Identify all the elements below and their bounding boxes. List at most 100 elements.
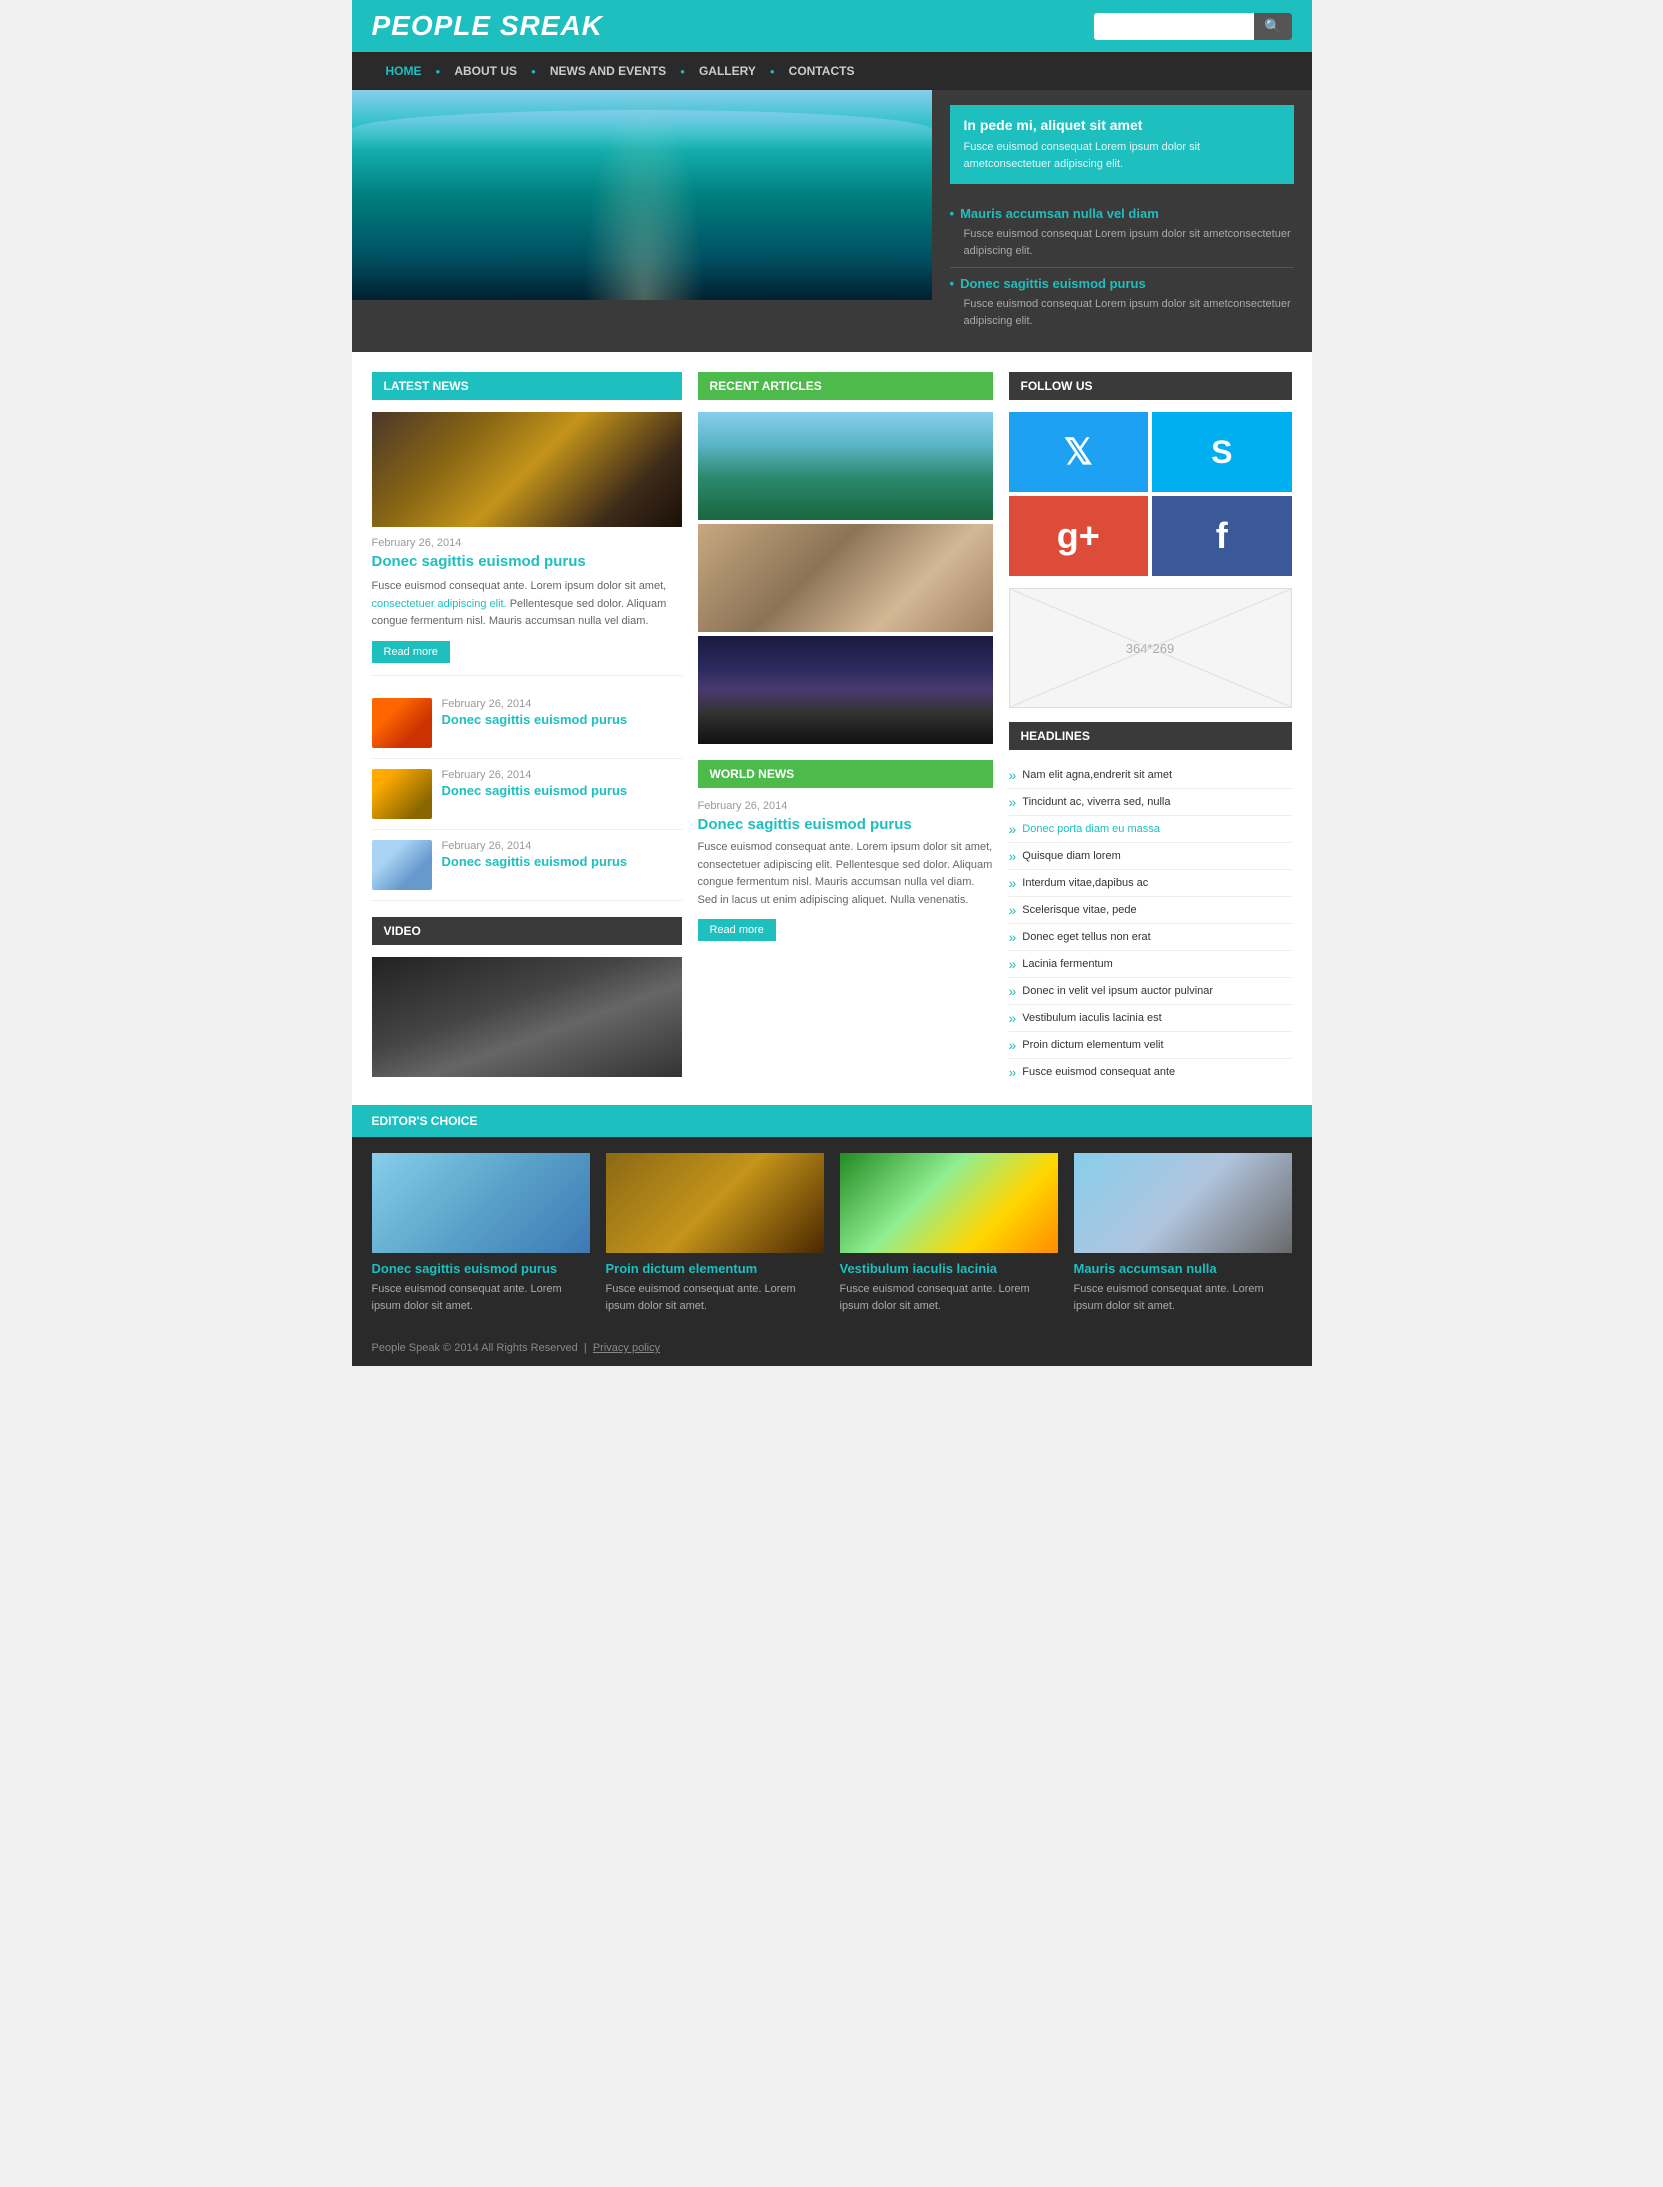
nav-gallery[interactable]: GALLERY [685, 52, 770, 90]
ec-image-3 [840, 1153, 1058, 1253]
world-news-read-more[interactable]: Read more [698, 919, 776, 941]
editors-choice-header: EDITOR'S CHOICE [352, 1105, 1312, 1137]
main-nav: HOME ● ABOUT US ● NEWS AND EVENTS ● GALL… [352, 52, 1312, 90]
world-news-header: WORLD NEWS [698, 760, 993, 788]
headline-item-8[interactable]: Lacinia fermentum [1009, 951, 1292, 978]
small-news-3: February 26, 2014 Donec sagittis euismod… [372, 830, 682, 901]
headline-item-1[interactable]: Nam elit agna,endrerit sit amet [1009, 762, 1292, 789]
ec-image-2 [606, 1153, 824, 1253]
hero-sidebar-title-1: Mauris accumsan nulla vel diam [950, 206, 1294, 221]
search-button[interactable]: 🔍 [1254, 13, 1291, 40]
small-news-title-2[interactable]: Donec sagittis euismod purus [442, 783, 628, 798]
city-bg [698, 636, 993, 744]
search-container: 🔍 [1094, 13, 1291, 40]
nav-about[interactable]: ABOUT US [440, 52, 531, 90]
news-main-date: February 26, 2014 [372, 537, 682, 549]
world-news-title: Donec sagittis euismod purus [698, 816, 993, 833]
facebook-button[interactable]: f [1152, 496, 1292, 576]
hero-image [352, 90, 932, 300]
thumb-2 [372, 769, 432, 819]
small-news-title-1[interactable]: Donec sagittis euismod purus [442, 712, 628, 727]
firefighters-bg [372, 412, 682, 527]
article-images [698, 412, 993, 744]
hero-sidebar-text-1: Fusce euismod consequat Lorem ipsum dolo… [950, 226, 1294, 259]
news-main-excerpt: Fusce euismod consequat ante. Lorem ipsu… [372, 578, 682, 631]
google-plus-button[interactable]: g+ [1009, 496, 1149, 576]
twitter-button[interactable]: 𝕏 [1009, 412, 1149, 492]
editors-choice-section: EDITOR'S CHOICE Donec sagittis euismod p… [352, 1105, 1312, 1330]
hero-sidebar-item-2: Donec sagittis euismod purus Fusce euism… [950, 268, 1294, 337]
small-news-content-1: February 26, 2014 Donec sagittis euismod… [442, 698, 628, 727]
article-img-2 [698, 524, 993, 632]
headline-item-9[interactable]: Donec in velit vel ipsum auctor pulvinar [1009, 978, 1292, 1005]
headline-item-7[interactable]: Donec eget tellus non erat [1009, 924, 1292, 951]
thumb-1 [372, 698, 432, 748]
recent-articles-header: RECENT ARTICLES [698, 372, 993, 400]
small-news-2: February 26, 2014 Donec sagittis euismod… [372, 759, 682, 830]
small-news-date-1: February 26, 2014 [442, 698, 628, 710]
news-divider [372, 675, 682, 676]
news-main-image [372, 412, 682, 527]
thumb-firefighter2 [372, 769, 432, 819]
world-news-section: WORLD NEWS February 26, 2014 Donec sagit… [698, 760, 993, 941]
main-content: LATEST NEWS February 26, 2014 Donec sagi… [352, 352, 1312, 1105]
small-news-content-2: February 26, 2014 Donec sagittis euismod… [442, 769, 628, 798]
ec-item-title-3[interactable]: Vestibulum iaculis lacinia [840, 1261, 1058, 1276]
headline-item-11[interactable]: Proin dictum elementum velit [1009, 1032, 1292, 1059]
ec-image-4 [1074, 1153, 1292, 1253]
hero-highlight-text: Fusce euismod consequat Lorem ipsum dolo… [964, 139, 1280, 172]
wind-farm-bg [698, 412, 993, 520]
nav-home[interactable]: HOME [372, 52, 436, 90]
hero-section: In pede mi, aliquet sit amet Fusce euism… [352, 90, 1312, 352]
headline-item-3[interactable]: Donec porta diam eu massa [1009, 816, 1292, 843]
hero-highlight-box: In pede mi, aliquet sit amet Fusce euism… [950, 105, 1294, 184]
ec-item-title-1[interactable]: Donec sagittis euismod purus [372, 1261, 590, 1276]
news-main-read-more[interactable]: Read more [372, 641, 450, 663]
ec-image-1 [372, 1153, 590, 1253]
nav-contacts[interactable]: CONTACTS [775, 52, 869, 90]
ec-item-title-2[interactable]: Proin dictum elementum [606, 1261, 824, 1276]
skype-button[interactable]: S [1152, 412, 1292, 492]
right-column: FOLLOW US 𝕏 S g+ f 364*269 HEADLINES Nam… [1009, 372, 1292, 1085]
headline-item-10[interactable]: Vestibulum iaculis lacinia est [1009, 1005, 1292, 1032]
headlines-list: Nam elit agna,endrerit sit amet Tincidun… [1009, 762, 1292, 1085]
hero-highlight-title: In pede mi, aliquet sit amet [964, 117, 1280, 133]
ec-item-text-4: Fusce euismod consequat ante. Lorem ipsu… [1074, 1281, 1292, 1314]
news-main-title[interactable]: Donec sagittis euismod purus [372, 553, 682, 570]
small-news-1: February 26, 2014 Donec sagittis euismod… [372, 688, 682, 759]
thumb-firefighters-1 [372, 698, 432, 748]
editors-choice-grid: Donec sagittis euismod purus Fusce euism… [352, 1137, 1312, 1330]
footer-privacy-link[interactable]: Privacy policy [593, 1342, 660, 1354]
small-news-title-3[interactable]: Donec sagittis euismod purus [442, 854, 628, 869]
microphone-bg [372, 957, 682, 1077]
footer-copyright: People Speak © 2014 All Rights Reserved … [372, 1342, 661, 1354]
video-section: VIDEO [372, 917, 682, 1077]
headline-item-2[interactable]: Tincidunt ac, viverra sed, nulla [1009, 789, 1292, 816]
thumb-family [372, 840, 432, 890]
google-plus-icon: g+ [1057, 515, 1100, 557]
video-section-header: VIDEO [372, 917, 682, 945]
headline-item-6[interactable]: Scelerisque vitae, pede [1009, 897, 1292, 924]
video-thumb [372, 957, 682, 1077]
world-news-date: February 26, 2014 [698, 800, 993, 812]
small-news-date-3: February 26, 2014 [442, 840, 628, 852]
twitter-icon: 𝕏 [1064, 431, 1093, 473]
skype-icon: S [1211, 434, 1232, 471]
article-img-1 [698, 412, 993, 520]
follow-us-grid: 𝕏 S g+ f [1009, 412, 1292, 576]
headline-item-5[interactable]: Interdum vitae,dapibus ac [1009, 870, 1292, 897]
ad-placeholder: 364*269 [1009, 588, 1292, 708]
hero-sidebar-item-1: Mauris accumsan nulla vel diam Fusce eui… [950, 198, 1294, 268]
article-img-3 [698, 636, 993, 744]
ec-item-text-2: Fusce euismod consequat ante. Lorem ipsu… [606, 1281, 824, 1314]
headline-item-12[interactable]: Fusce euismod consequat ante [1009, 1059, 1292, 1085]
ec-item-title-4[interactable]: Mauris accumsan nulla [1074, 1261, 1292, 1276]
facebook-icon: f [1216, 515, 1228, 557]
ec-item-text-3: Fusce euismod consequat ante. Lorem ipsu… [840, 1281, 1058, 1314]
headline-item-4[interactable]: Quisque diam lorem [1009, 843, 1292, 870]
left-column: LATEST NEWS February 26, 2014 Donec sagi… [372, 372, 682, 1085]
hero-sidebar-title-2: Donec sagittis euismod purus [950, 276, 1294, 291]
middle-column: RECENT ARTICLES WORLD NEWS February 26, … [698, 372, 993, 1085]
nav-news[interactable]: NEWS AND EVENTS [536, 52, 680, 90]
search-input[interactable] [1094, 14, 1254, 39]
